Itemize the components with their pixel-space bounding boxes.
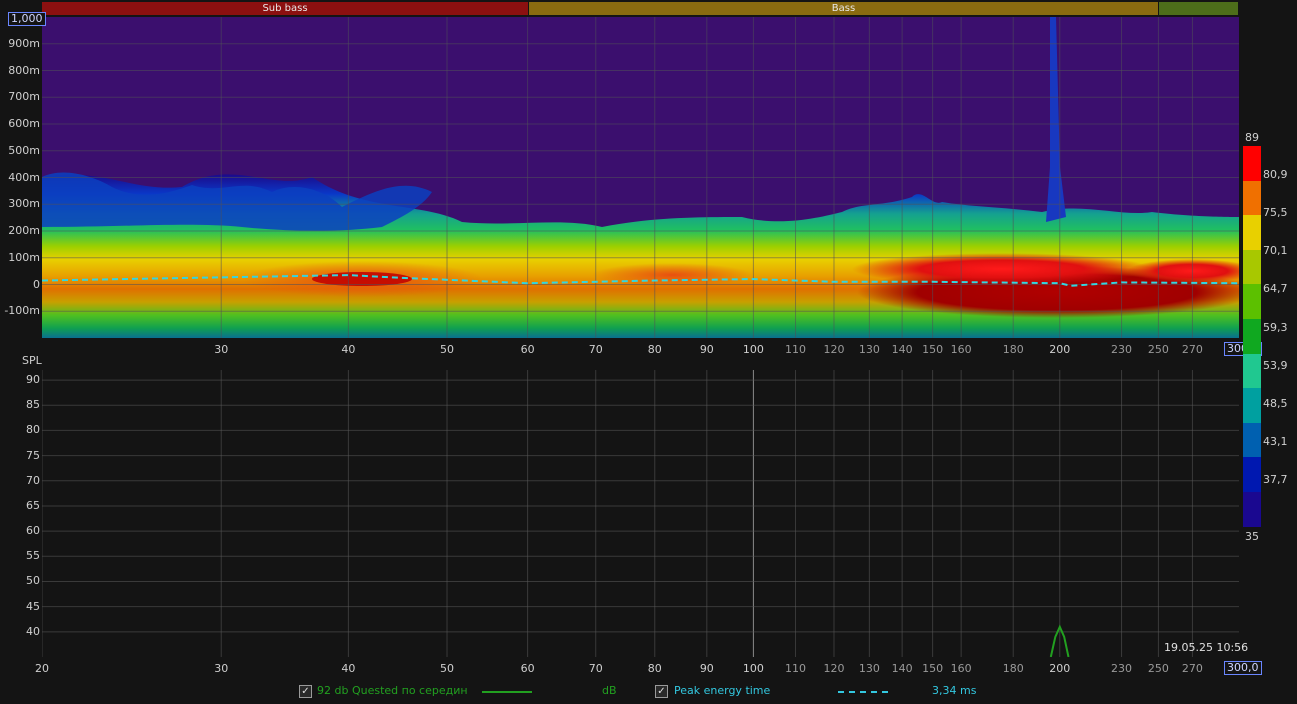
spl-x-tick-label: 110 xyxy=(785,662,807,675)
spl-x-tick-label: 270 xyxy=(1181,662,1203,675)
spl-y-tick-label: 60 xyxy=(26,524,40,538)
spectrogram-x-tick-label: 60 xyxy=(520,343,535,356)
spl-y-tick-label: 40 xyxy=(26,624,40,638)
colorscale-tick-label: 80,9 xyxy=(1263,168,1288,182)
spl-y-tick-label: 50 xyxy=(26,574,40,588)
y-top-box[interactable]: 1,000 xyxy=(8,12,46,26)
colorscale-tick-label: 64,7 xyxy=(1263,282,1288,296)
hot-zone-40hz xyxy=(312,272,412,286)
spl-x-tick-label: 100 xyxy=(742,662,764,675)
legend-checkbox-quested[interactable]: ✓ xyxy=(299,685,312,698)
spectrogram-x-tick-label: 160 xyxy=(950,343,972,356)
spectrogram-y-tick-label: 300m xyxy=(8,197,40,211)
spl-x-tick-label: 40 xyxy=(341,662,356,675)
spl-y-tick-label: 75 xyxy=(26,448,40,462)
colorscale-bottom-label: 35 xyxy=(1245,530,1259,543)
colorscale-cell xyxy=(1243,353,1261,389)
spl-y-tick-label: 65 xyxy=(26,498,40,512)
spectrogram-y-tick-label: 800m xyxy=(8,63,40,77)
timestamp: 19.05.25 10:56 xyxy=(1164,641,1249,654)
spectrogram-y-tick-label: 900m xyxy=(8,36,40,50)
hot-zone-80hz xyxy=(592,263,752,287)
spectrogram-y-tick-label: 700m xyxy=(8,90,40,104)
legend-swatch-peak xyxy=(838,691,888,693)
spl-x-tick-label: 120 xyxy=(823,662,845,675)
colorscale-tick-label: 43,1 xyxy=(1263,434,1288,448)
colorscale-cell xyxy=(1243,215,1261,251)
colorscale-cell xyxy=(1243,180,1261,216)
spectrogram-x-tick-label: 90 xyxy=(699,343,714,356)
colorscale-tick-label: 48,5 xyxy=(1263,396,1288,410)
spectrogram-x-tick-label: 230 xyxy=(1111,343,1133,356)
colorscale-cell xyxy=(1243,146,1261,182)
spectrogram-x-tick-label: 180 xyxy=(1002,343,1024,356)
spectrogram-x-tick-label: 200 xyxy=(1049,343,1071,356)
spectrogram-x-tick-label: 50 xyxy=(440,343,454,356)
spl-x-tick-label: 90 xyxy=(699,662,714,675)
spectrogram-y-tick-label: 400m xyxy=(8,170,40,184)
spl-y-tick-label: 45 xyxy=(26,599,40,613)
spl-plot[interactable] xyxy=(42,370,1239,657)
spectrogram-y-tick-label: 0 xyxy=(33,277,40,291)
band-sub-bass-label: Sub bass xyxy=(262,3,308,14)
colorscale-top-label: 89 xyxy=(1245,131,1259,144)
band-sub-bass: Sub bass xyxy=(42,2,528,15)
spl-x-tick-label: 20 xyxy=(35,662,49,675)
band-low-mid xyxy=(1159,2,1238,15)
spl-y-tick-label: 80 xyxy=(26,423,40,437)
colorscale-tick-label: 70,1 xyxy=(1263,244,1288,258)
colorscale-cell xyxy=(1243,422,1261,458)
spectrogram-y-tick-label: 100m xyxy=(8,250,40,264)
spl-y-tick-label: 90 xyxy=(26,373,40,387)
legend-value-peak: 3,34 ms xyxy=(932,684,977,697)
spl-x-tick-label: 230 xyxy=(1111,662,1133,675)
spectrogram-x-tick-label: 100 xyxy=(742,343,764,356)
spectrogram-y-tick-label: 600m xyxy=(8,117,40,130)
spectrogram-x-tick-label: 110 xyxy=(785,343,807,356)
spl-x-tick-label: 50 xyxy=(440,662,454,675)
colorscale-tick-label: 53,9 xyxy=(1263,358,1288,372)
spl-x-tick-label: 80 xyxy=(647,662,662,675)
spl-x-tick-label: 60 xyxy=(520,662,535,675)
spl-y-tick-label: 70 xyxy=(26,473,40,487)
colorscale-cell xyxy=(1243,249,1261,285)
spectrogram-x-tick-label: 120 xyxy=(823,343,845,356)
band-bass: Bass xyxy=(529,2,1158,15)
colorscale-cell xyxy=(1243,388,1261,424)
colorscale-tick-label: 59,3 xyxy=(1263,320,1288,334)
band-bass-label: Bass xyxy=(831,3,856,14)
spl-y-tick-label: 85 xyxy=(26,398,40,412)
spl-axis-title: SPL xyxy=(22,354,42,367)
spectrogram-x-tick-label: 80 xyxy=(647,343,662,356)
spectrogram-y-tick-label: -100m xyxy=(4,304,40,318)
legend-swatch-quested xyxy=(482,691,532,693)
colorscale-cell xyxy=(1243,492,1261,528)
spl-x-tick-label: 160 xyxy=(950,662,972,675)
spectrogram-x-tick-label: 70 xyxy=(588,343,603,356)
spl-x-tick-label: 200 xyxy=(1049,662,1071,675)
spectrogram-x-tick-label: 40 xyxy=(341,343,356,356)
spl-y-tick-label: 55 xyxy=(26,549,40,563)
spectrogram-x-tick-label: 270 xyxy=(1181,343,1203,356)
spectrogram-plot[interactable] xyxy=(42,17,1239,338)
colorscale-cell xyxy=(1243,284,1261,320)
legend-unit-quested: dB xyxy=(602,684,617,697)
colorscale-cell xyxy=(1243,457,1261,493)
spectrogram-y-tick-label: 200m xyxy=(8,224,40,237)
legend-label-quested[interactable]: 92 db Quested по середин xyxy=(317,684,468,698)
colorscale-tick-label: 75,5 xyxy=(1263,206,1288,220)
spl-x-end-box[interactable]: 300,0 xyxy=(1224,661,1262,675)
spectrogram-y-tick-label: 500m xyxy=(8,143,40,157)
spl-x-tick-label: 30 xyxy=(214,662,229,675)
spl-x-tick-label: 70 xyxy=(588,662,603,675)
legend-label-peak[interactable]: Peak energy time xyxy=(674,684,770,698)
spectrogram-x-tick-label: 30 xyxy=(214,343,229,356)
spl-x-tick-label: 180 xyxy=(1002,662,1024,675)
legend-checkbox-peak[interactable]: ✓ xyxy=(655,685,668,698)
colorscale-tick-label: 37,7 xyxy=(1263,472,1288,486)
colorscale-cell xyxy=(1243,319,1261,355)
